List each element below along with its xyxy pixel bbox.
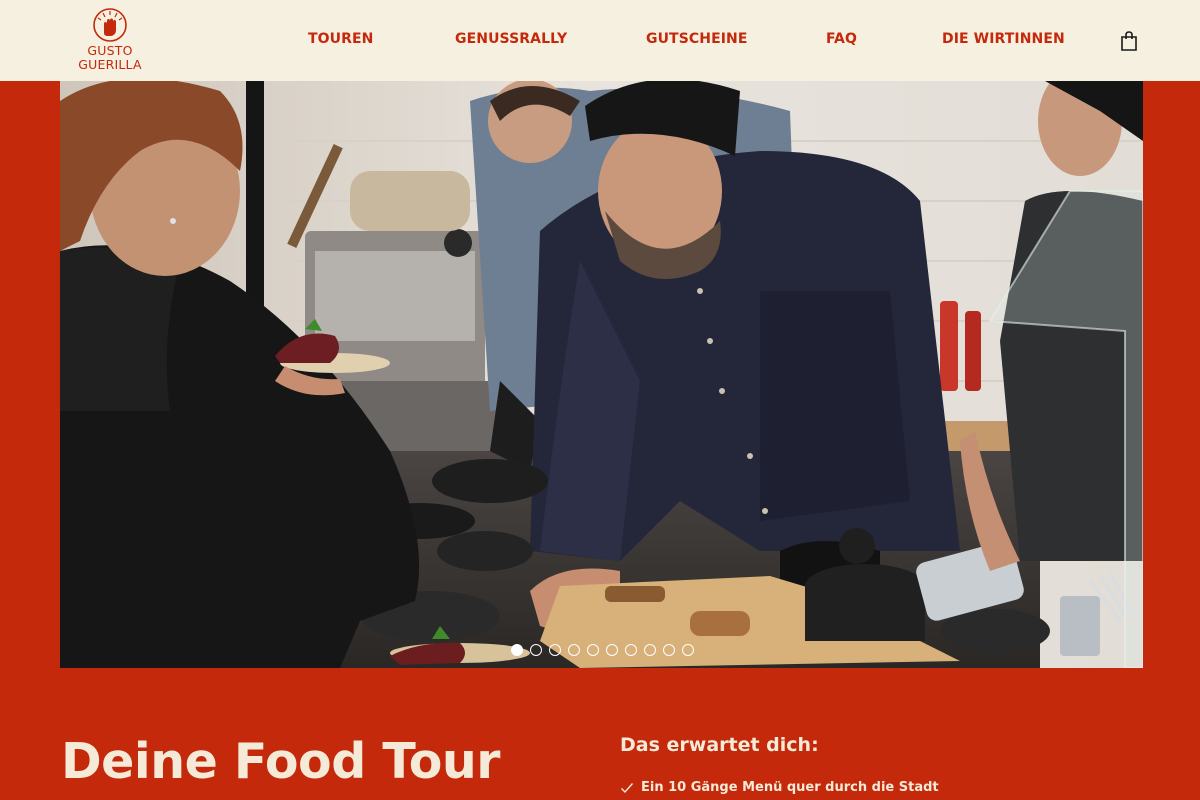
checkmark-icon (621, 782, 634, 793)
logo-text-line2: GUERILLA (78, 57, 142, 72)
slider-dot-10[interactable] (682, 644, 694, 656)
page-title: Deine Food Tour (61, 733, 500, 790)
cart-button[interactable] (1119, 30, 1139, 52)
hero-photo (60, 81, 1143, 668)
slider-dot-8[interactable] (644, 644, 656, 656)
slider-dot-2[interactable] (530, 644, 542, 656)
slider-dot-1[interactable] (511, 644, 523, 656)
slider-pagination (511, 644, 694, 656)
nav-item-die-wirtinnen[interactable]: DIE WIRTINNEN (942, 31, 1065, 47)
site-header: GUSTO GUERILLA TOUREN GENUSSRALLY GUTSCH… (0, 0, 1200, 81)
nav-item-genussrally[interactable]: GENUSSRALLY (455, 31, 567, 47)
slider-dot-4[interactable] (568, 644, 580, 656)
slider-dot-6[interactable] (606, 644, 618, 656)
slider-dot-5[interactable] (587, 644, 599, 656)
hero-slider[interactable] (60, 81, 1143, 668)
expect-item-text: Ein 10 Gänge Menü quer durch die Stadt (641, 780, 939, 795)
slider-dot-3[interactable] (549, 644, 561, 656)
nav-item-touren[interactable]: TOUREN (308, 31, 373, 47)
logo-text-line1: GUSTO (87, 43, 133, 58)
slider-dot-7[interactable] (625, 644, 637, 656)
nav-item-faq[interactable]: FAQ (826, 31, 857, 47)
expect-list-item: Ein 10 Gänge Menü quer durch die Stadt (620, 780, 939, 795)
slider-dot-9[interactable] (663, 644, 675, 656)
expect-heading: Das erwartet dich: (620, 734, 819, 756)
logo-link[interactable]: GUSTO GUERILLA (76, 8, 144, 74)
shopping-bag-icon (1121, 31, 1137, 51)
logo-hand-icon (93, 8, 127, 42)
nav-item-gutscheine[interactable]: GUTSCHEINE (646, 31, 748, 47)
